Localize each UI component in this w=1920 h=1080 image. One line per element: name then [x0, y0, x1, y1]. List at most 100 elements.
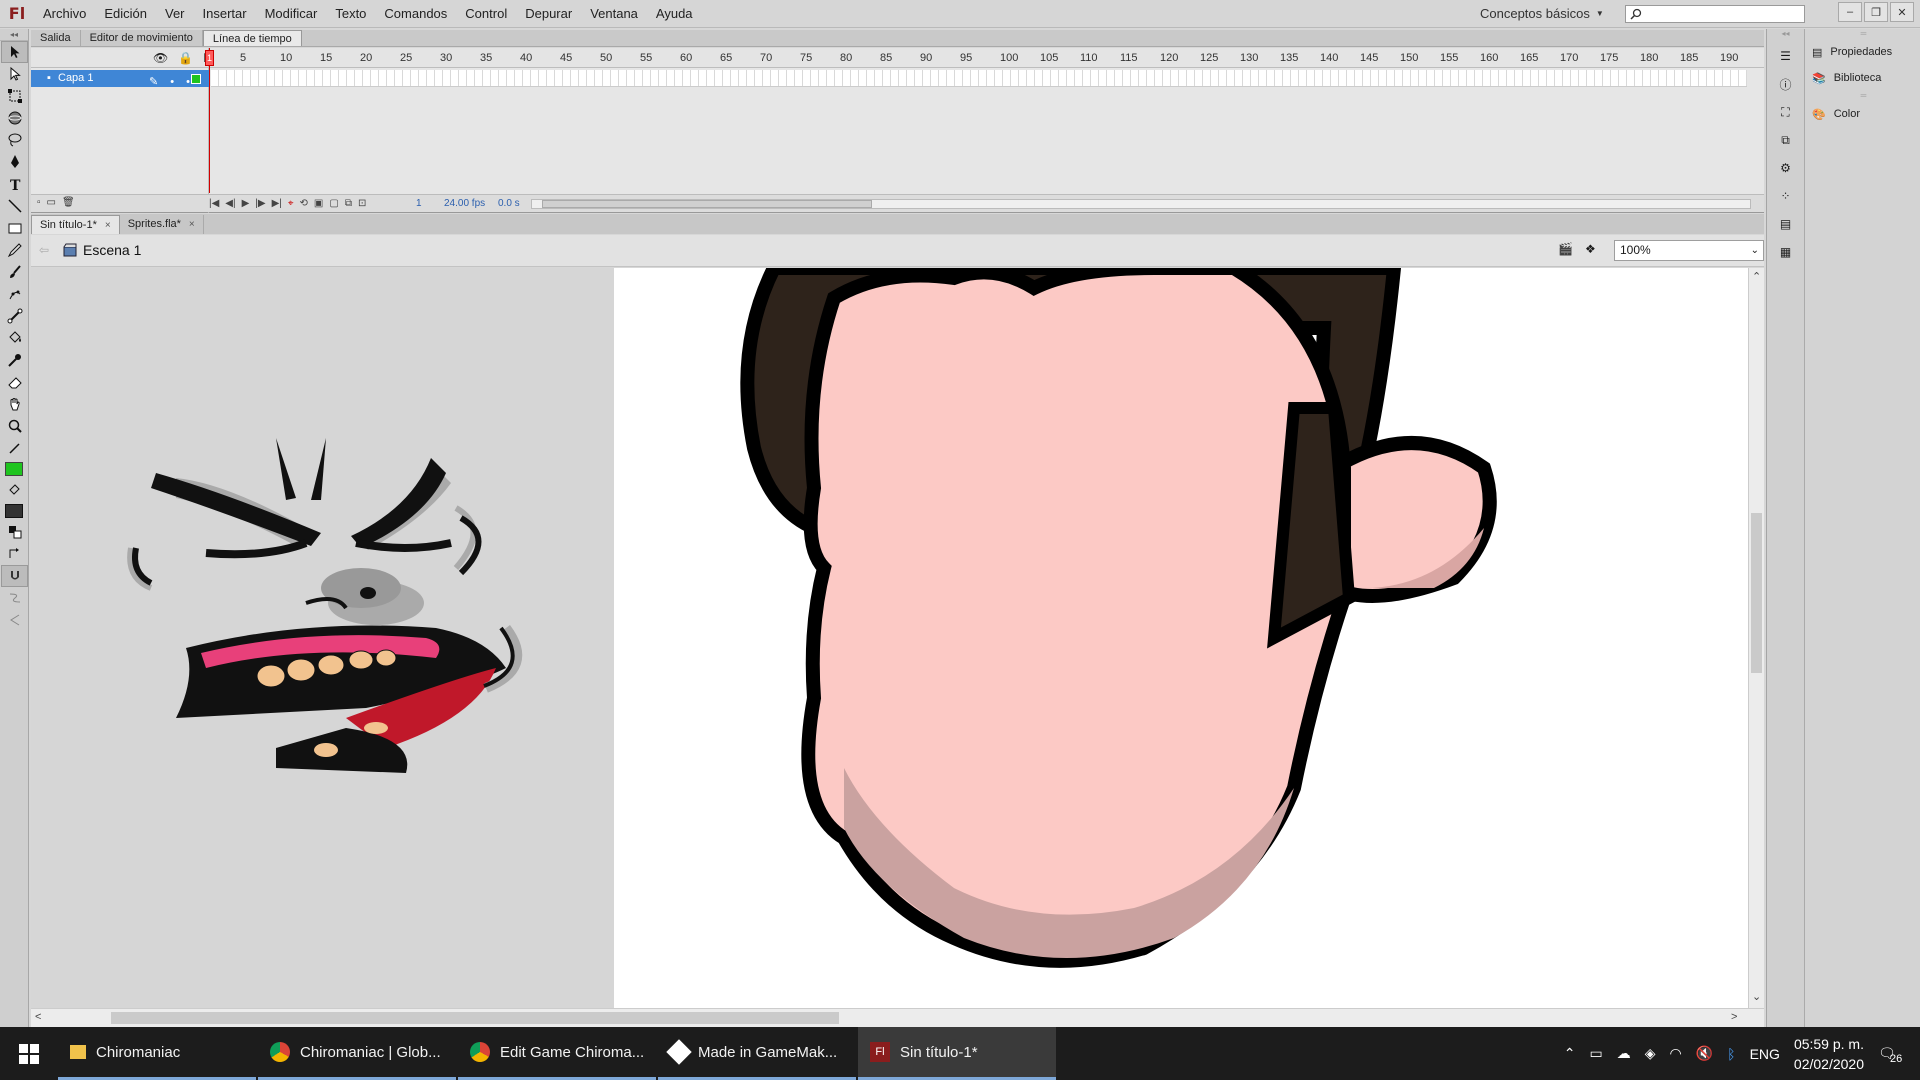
line-tool[interactable] — [1, 195, 28, 217]
snap-to-objects-toggle[interactable] — [1, 565, 28, 587]
align-panel-icon[interactable]: ☰ — [1772, 45, 1800, 67]
grip-icon[interactable]: ═ — [1806, 91, 1920, 101]
brush-tool[interactable] — [1, 261, 28, 283]
wifi-icon[interactable]: ◠ — [1670, 1045, 1682, 1062]
visible-dot-icon[interactable]: • — [170, 74, 174, 91]
lock-dot-icon[interactable]: • — [186, 74, 190, 91]
grip-icon[interactable]: ◂◂ — [1767, 29, 1804, 39]
menu-depurar[interactable]: Depurar — [516, 0, 581, 28]
doc-tab-sin-titulo[interactable]: Sin título-1* × — [31, 215, 120, 234]
timeline-scrollbar[interactable] — [531, 199, 1751, 209]
pencil-tool[interactable] — [1, 239, 28, 261]
scroll-up-icon[interactable]: ⌃ — [1752, 270, 1761, 283]
panel-color[interactable]: 🎨 Color — [1806, 101, 1920, 127]
cloud-icon[interactable]: ☁ — [1617, 1045, 1631, 1062]
first-frame-icon[interactable]: |◀ — [209, 198, 219, 209]
start-button[interactable] — [0, 1027, 58, 1080]
swap-colors-button[interactable] — [1, 543, 28, 565]
motion-presets-icon[interactable]: ⁘ — [1772, 185, 1800, 207]
stage[interactable] — [614, 268, 1748, 1008]
layer-name[interactable]: Capa 1 — [58, 70, 93, 87]
angry-face-sprite[interactable] — [106, 428, 626, 778]
center-frame-icon[interactable]: ⌖ — [288, 198, 294, 209]
delete-layer-icon[interactable]: 🗑 — [62, 197, 75, 208]
language-indicator[interactable]: ENG — [1750, 1046, 1780, 1062]
text-tool[interactable]: T — [1, 173, 28, 195]
components-icon[interactable]: ⚙ — [1772, 157, 1800, 179]
eyedropper-tool[interactable] — [1, 349, 28, 371]
bluetooth-icon[interactable]: ᛒ — [1727, 1046, 1735, 1062]
dropbox-icon[interactable]: ◈ — [1645, 1045, 1656, 1062]
scroll-down-icon[interactable]: ⌄ — [1752, 990, 1761, 1003]
play-icon[interactable]: ▶ — [242, 198, 250, 209]
new-folder-icon[interactable]: ▭ — [47, 197, 56, 208]
menu-modificar[interactable]: Modificar — [256, 0, 327, 28]
panel-biblioteca[interactable]: 📚 Biblioteca — [1806, 65, 1920, 91]
scroll-right-icon[interactable]: > — [1731, 1011, 1737, 1023]
edit-scene-icon[interactable]: 🎬 — [1558, 242, 1573, 256]
close-button[interactable]: ✕ — [1890, 2, 1914, 22]
zoom-tool[interactable] — [1, 415, 28, 437]
task-gamemaker[interactable]: Made in GameMak... — [658, 1027, 856, 1080]
selection-tool[interactable] — [1, 41, 28, 63]
task-flash[interactable]: Fl Sin título-1* — [858, 1027, 1056, 1080]
pen-tool[interactable] — [1, 151, 28, 173]
rectangle-tool[interactable] — [1, 217, 28, 239]
minimize-button[interactable]: ‒ — [1838, 2, 1862, 22]
menu-archivo[interactable]: Archivo — [34, 0, 95, 28]
last-frame-icon[interactable]: ▶| — [272, 198, 282, 209]
menu-ventana[interactable]: Ventana — [581, 0, 647, 28]
onion-skin-icon[interactable]: ▣ — [314, 198, 323, 209]
smooth-button[interactable] — [1, 587, 28, 609]
default-colors-button[interactable] — [1, 521, 28, 543]
prev-frame-icon[interactable]: ◀| — [225, 198, 235, 209]
paint-bucket-tool[interactable] — [1, 327, 28, 349]
close-tab-icon[interactable]: × — [105, 216, 111, 234]
menu-texto[interactable]: Texto — [326, 0, 375, 28]
menu-edicion[interactable]: Edición — [95, 0, 156, 28]
3d-rotation-tool[interactable] — [1, 107, 28, 129]
straighten-button[interactable] — [1, 609, 28, 631]
playhead[interactable]: 1 — [205, 50, 214, 66]
layer-outline-color[interactable] — [191, 74, 201, 84]
battery-icon[interactable]: ▭ — [1590, 1045, 1603, 1062]
notifications-button[interactable]: 🗨 26 — [1878, 1045, 1908, 1065]
chevron-up-icon[interactable]: ⌃ — [1564, 1045, 1576, 1062]
tab-linea-tiempo[interactable]: Línea de tiempo — [202, 30, 302, 46]
stage-horizontal-scroll-thumb[interactable] — [111, 1012, 839, 1024]
tab-salida[interactable]: Salida — [31, 30, 81, 46]
edit-symbols-icon[interactable]: ❖ — [1585, 242, 1596, 256]
fill-color-swatch[interactable] — [5, 504, 23, 518]
menu-comandos[interactable]: Comandos — [375, 0, 456, 28]
grip-icon[interactable]: ═ — [1806, 29, 1920, 39]
layer-row[interactable]: ▪ Capa 1 ✎ • • — [31, 70, 209, 88]
zoom-dropdown[interactable]: 100% ⌄ — [1614, 240, 1764, 261]
free-transform-tool[interactable] — [1, 85, 28, 107]
tab-editor-movimiento[interactable]: Editor de movimiento — [81, 30, 203, 46]
eraser-tool[interactable] — [1, 371, 28, 393]
head-drawing[interactable] — [614, 268, 1748, 1008]
clock[interactable]: 05:59 p. m. 02/02/2020 — [1794, 1034, 1864, 1074]
frame-grid[interactable] — [211, 70, 1747, 87]
volume-muted-icon[interactable]: 🔇 — [1696, 1045, 1713, 1062]
fps-display[interactable]: 24.00 fps — [444, 198, 485, 209]
help-search-input[interactable] — [1625, 5, 1805, 23]
task-file-explorer[interactable]: Chiromaniac — [58, 1027, 256, 1080]
hand-tool[interactable] — [1, 393, 28, 415]
pasteboard[interactable] — [31, 268, 1748, 1008]
bone-tool[interactable] — [1, 305, 28, 327]
task-chrome-1[interactable]: Chiromaniac | Glob... — [258, 1027, 456, 1080]
current-frame-display[interactable]: 1 — [416, 198, 422, 209]
edit-multiple-icon[interactable]: ⧉ — [345, 198, 352, 209]
close-tab-icon[interactable]: × — [189, 215, 195, 234]
loop-icon[interactable]: ⟲ — [300, 198, 308, 209]
onion-outline-icon[interactable]: ▢ — [329, 198, 338, 209]
menu-insertar[interactable]: Insertar — [194, 0, 256, 28]
swatches-icon[interactable]: ▦ — [1772, 241, 1800, 263]
scene-name[interactable]: Escena 1 — [83, 242, 141, 258]
stroke-color-swatch[interactable] — [5, 462, 23, 476]
lasso-tool[interactable] — [1, 129, 28, 151]
scroll-left-icon[interactable]: < — [35, 1011, 41, 1023]
collapse-icon[interactable]: ◂◂ — [0, 29, 28, 41]
next-frame-icon[interactable]: |▶ — [255, 198, 265, 209]
